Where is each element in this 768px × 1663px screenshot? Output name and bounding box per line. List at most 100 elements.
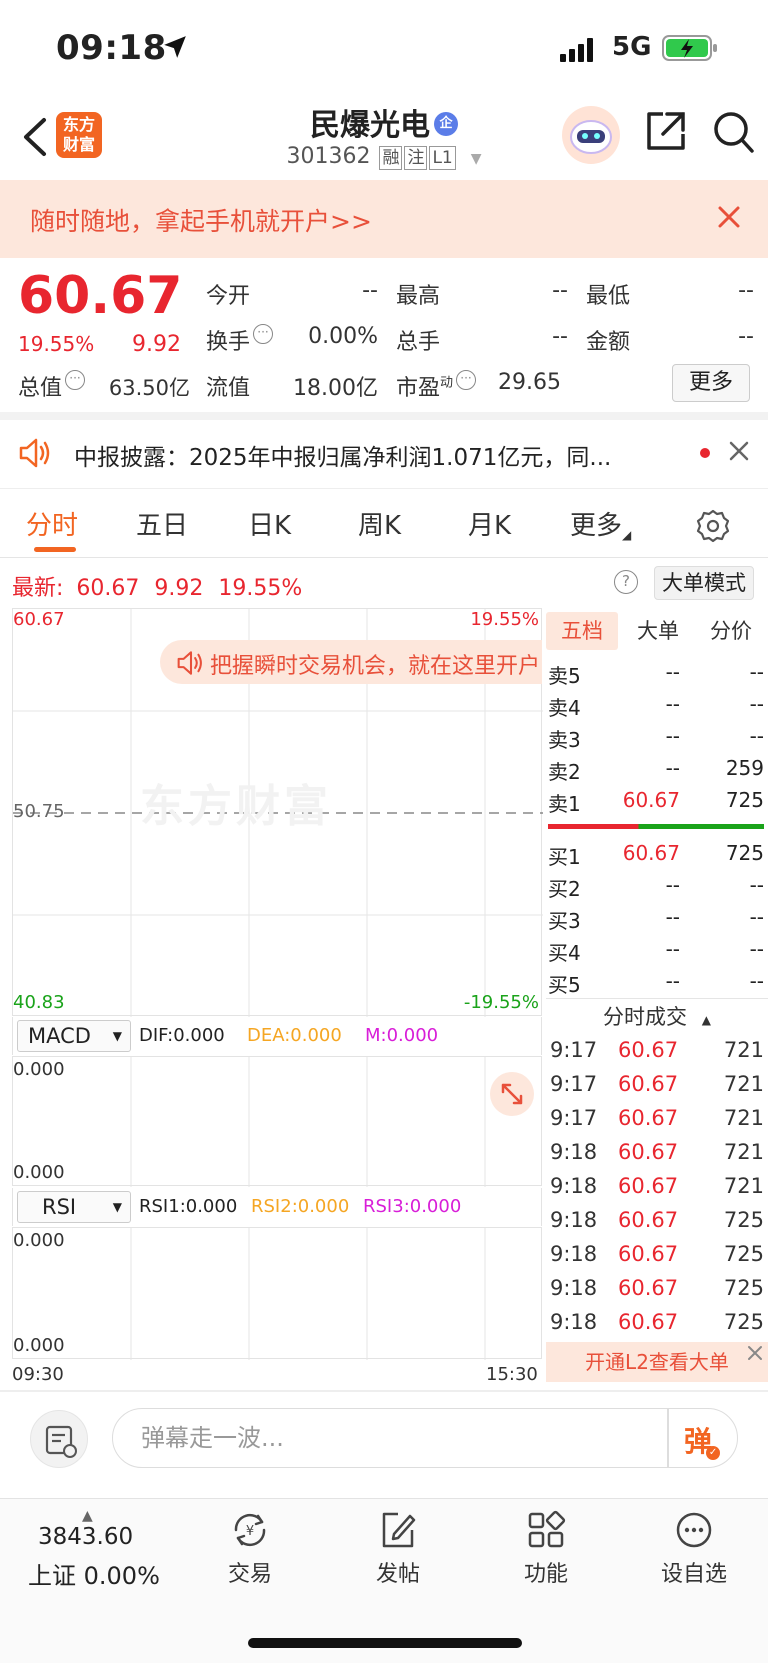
tab-five-levels[interactable]: 五档 (546, 612, 618, 650)
trade-time: 9:18 (550, 1140, 598, 1164)
bid-volume: -- (749, 873, 764, 897)
info-dots-icon: ··· (253, 324, 274, 344)
more-quote-button[interactable]: 更多 (672, 364, 750, 402)
latest-quote-row: 最新: 60.67 9.92 19.55% (12, 570, 302, 602)
caret-up-icon: ▲ (701, 1013, 711, 1027)
pe-value: 29.65 (498, 370, 561, 395)
trades-header[interactable]: 分时成交 ▲ (546, 998, 768, 1034)
trade-row: 9:18 60.67 725 (550, 1306, 764, 1340)
notice-bar[interactable]: 中报披露：2025年中报归属净利润1.071亿元，同... (0, 420, 768, 486)
status-time: 09:18 (56, 28, 167, 68)
info-dots-icon: ··· (65, 370, 86, 390)
trade-price: 60.67 (618, 1106, 679, 1130)
rsi-grid (130, 1228, 486, 1360)
tab-intraday[interactable]: 分时 (26, 505, 78, 542)
low-value: -- (738, 278, 754, 303)
time-end-label: 15:30 (486, 1364, 538, 1385)
macd-chart[interactable]: 0.000 0.000 (12, 1056, 542, 1187)
bid-volume: -- (749, 937, 764, 961)
trade-price: 60.67 (618, 1174, 679, 1198)
big-order-mode-button[interactable]: 大单模式 (654, 566, 754, 600)
tag-level: L1 (429, 146, 456, 170)
help-icon[interactable]: ? (614, 570, 638, 594)
pe-label[interactable]: 市盈动 ··· (396, 370, 477, 402)
tab-daily-k[interactable]: 日K (248, 505, 291, 542)
trade-price: 60.67 (618, 1072, 679, 1096)
turnover-value: 0.00% (308, 324, 378, 349)
rsi-chart[interactable]: 0.000 0.000 (12, 1227, 542, 1360)
nav-trade-label: 交易 (227, 1562, 272, 1587)
bid-ask-ratio-bar (548, 824, 764, 829)
ask-price: 60.67 (622, 788, 680, 812)
trade-volume: 721 (723, 1106, 764, 1130)
trade-time: 9:17 (550, 1072, 598, 1096)
close-icon[interactable] (714, 202, 744, 232)
info-dots-icon: ··· (456, 370, 477, 390)
turnover-label[interactable]: 换手 ··· (206, 324, 274, 356)
turnover-label-text: 换手 (206, 330, 251, 355)
share-icon[interactable] (645, 110, 687, 152)
grid-icon (528, 1510, 566, 1548)
close-icon[interactable] (744, 1342, 766, 1364)
index-value[interactable]: 3843.60 (38, 1524, 133, 1550)
l2-upgrade-banner[interactable]: 开通L2查看大单 (546, 1342, 768, 1382)
trade-time: 9:18 (550, 1174, 598, 1198)
bid-price: -- (665, 873, 680, 897)
low-label: 最低 (586, 284, 631, 309)
amount-label: 金额 (586, 330, 631, 355)
gear-icon[interactable] (696, 509, 730, 543)
danmaku-input[interactable]: 弹幕走一波... (112, 1408, 668, 1468)
ai-assistant-avatar[interactable] (562, 106, 620, 164)
nav-trade[interactable]: ¥ 交易 (200, 1510, 300, 1588)
trade-time: 9:18 (550, 1310, 598, 1334)
rsi-1: RSI1:0.000 (139, 1196, 238, 1217)
latest-label: 最新: (12, 576, 64, 601)
tab-price-distribution[interactable]: 分价 (694, 612, 768, 650)
stock-code: 301362 (286, 144, 371, 169)
tab-five-day[interactable]: 五日 (136, 505, 188, 542)
tab-weekly-k[interactable]: 周K (358, 505, 401, 542)
ask-volume: -- (749, 692, 764, 716)
pct-low-label: -19.55% (463, 992, 539, 1013)
stock-header: 东方 财富 民爆光电企 301362 融注 L1 ▼ (0, 100, 768, 180)
ask-volume: -- (749, 660, 764, 684)
trade-yuan-icon: ¥ (234, 1513, 266, 1547)
high-value: -- (552, 278, 568, 303)
trade-tip-text: 把握瞬时交易机会，就在这里开户 (210, 654, 541, 679)
float-value-label: 流值 (206, 376, 251, 401)
search-icon[interactable] (712, 110, 754, 154)
trade-volume: 721 (723, 1072, 764, 1096)
rsi-selector[interactable]: RSI ▼ (17, 1191, 131, 1223)
close-icon[interactable] (728, 440, 750, 462)
macd-selector[interactable]: MACD ▼ (17, 1020, 131, 1052)
nav-watchlist-label: 设自选 (660, 1562, 727, 1587)
bid-row: 买5 -- -- (548, 965, 764, 997)
home-indicator (248, 1638, 522, 1648)
ask-price: -- (665, 724, 680, 748)
index-name[interactable]: 上证 0.00% (28, 1556, 160, 1591)
chart-tabbar: 分时 五日 日K 周K 月K 更多◢ (0, 488, 768, 558)
open-account-banner[interactable]: 随时随地，拿起手机就开户>> (0, 180, 768, 258)
tab-big-orders[interactable]: 大单 (622, 612, 694, 650)
ask-row: 卖5 -- -- (548, 656, 764, 688)
expand-icon[interactable] (490, 1072, 534, 1116)
trade-time: 9:18 (550, 1276, 598, 1300)
trade-tip-pill[interactable]: 把握瞬时交易机会，就在这里开户 (160, 640, 542, 684)
nav-post[interactable]: 发帖 (348, 1510, 448, 1588)
total-value-label[interactable]: 总值 ··· (18, 370, 86, 402)
nav-watchlist[interactable]: 设自选 (644, 1510, 744, 1588)
total-value: 63.50亿 (108, 376, 190, 400)
caret-down-icon: ▼ (112, 1200, 122, 1214)
nav-functions[interactable]: 功能 (496, 1510, 596, 1588)
tab-monthly-k[interactable]: 月K (468, 505, 511, 542)
time-start-label: 09:30 (12, 1364, 64, 1385)
float-value: 18.00亿 (293, 376, 378, 401)
trade-row: 9:18 60.67 725 (550, 1204, 764, 1238)
danmaku-settings-button[interactable] (30, 1410, 88, 1468)
bid-label: 买5 (548, 973, 581, 997)
trade-volume: 725 (723, 1208, 764, 1232)
robot-icon (570, 120, 612, 154)
macd-name: MACD (28, 1024, 91, 1048)
change-percent: 19.55% (18, 332, 95, 356)
tab-more[interactable]: 更多◢ (570, 505, 631, 542)
